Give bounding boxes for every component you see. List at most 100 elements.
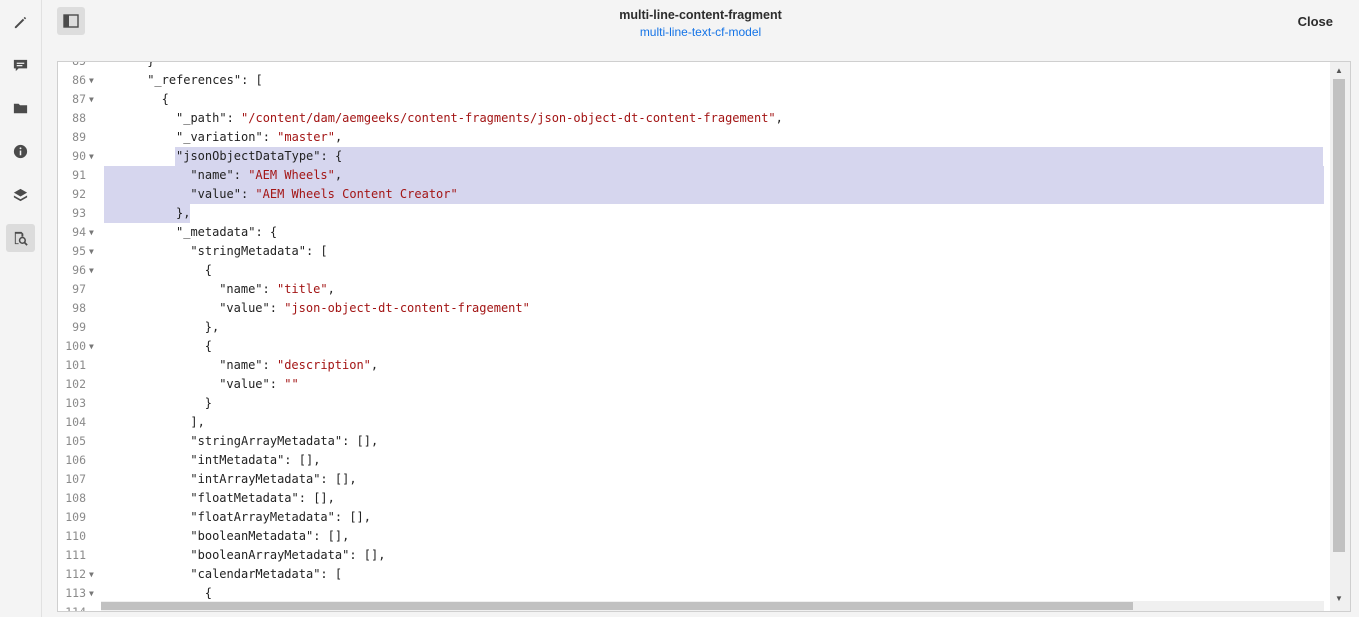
fold-toggle-icon[interactable]: ▼	[89, 261, 94, 280]
code-text: "intMetadata": [],	[190, 451, 320, 470]
line-number: 97	[72, 282, 86, 296]
code-text: }	[205, 394, 212, 413]
code-text: "name": "AEM Wheels",	[190, 166, 342, 185]
line-number: 106	[65, 453, 86, 467]
scroll-down-icon: ▼	[1335, 594, 1343, 603]
line-number: 88	[72, 111, 86, 125]
code-text: "floatArrayMetadata": [],	[190, 508, 371, 527]
code-line: 92 "value": "AEM Wheels Content Creator"	[58, 185, 1324, 204]
string-token: "description"	[276, 358, 371, 372]
close-button[interactable]: Close	[1298, 14, 1333, 29]
code-line: 103}	[58, 394, 1324, 413]
folder-icon	[13, 103, 28, 113]
code-token: ,	[370, 358, 379, 372]
code-line: 105 "stringArrayMetadata": [],	[58, 432, 1324, 451]
vertical-scrollbar[interactable]: ▲ ▼	[1330, 62, 1350, 611]
folder-button[interactable]	[6, 94, 35, 122]
code-token: }	[204, 396, 213, 410]
code-token: "_path":	[176, 111, 242, 125]
code-token: "booleanMetadata": [],	[190, 529, 350, 543]
code-text: },	[176, 204, 190, 223]
fold-toggle-icon[interactable]: ▼	[89, 71, 94, 90]
model-link[interactable]: multi-line-text-cf-model	[42, 25, 1359, 39]
code-text: "jsonObjectDataType": {	[176, 147, 342, 166]
fold-toggle-icon[interactable]: ▼	[89, 242, 94, 261]
code-token: "jsonObjectDataType": {	[176, 149, 343, 163]
code-line: 97 "name": "title",	[58, 280, 1324, 299]
code-token: "intArrayMetadata": [],	[190, 472, 357, 486]
code-token: "floatArrayMetadata": [],	[190, 510, 372, 524]
code-line: 87 ▼ {	[58, 90, 1324, 109]
vertical-scroll-thumb[interactable]	[1333, 79, 1345, 552]
code-text: "_metadata": {	[176, 223, 277, 242]
annotations-button[interactable]	[6, 51, 35, 79]
code-text: "value": "json-object-dt-content-frageme…	[219, 299, 530, 318]
code-token: ,	[334, 130, 343, 144]
line-number: 98	[72, 301, 86, 315]
line-number: 113	[65, 586, 86, 600]
fold-toggle-icon[interactable]: ▼	[89, 223, 94, 242]
code-token: "_variation":	[176, 130, 278, 144]
line-number: 96	[72, 263, 86, 277]
code-line: 100 ▼ {	[58, 337, 1324, 356]
fold-toggle-icon[interactable]: ▼	[89, 584, 94, 603]
line-number: 86	[72, 73, 86, 87]
code-text: },	[205, 318, 219, 337]
json-preview-button[interactable]	[6, 224, 35, 252]
code-line: 102 "value": ""	[58, 375, 1324, 394]
line-number: 100	[65, 339, 86, 353]
string-token: "/content/dam/aemgeeks/content-fragments…	[241, 111, 776, 125]
code-line: 108 "floatMetadata": [],	[58, 489, 1324, 508]
info-button[interactable]	[6, 137, 35, 165]
fold-toggle-icon[interactable]: ▼	[89, 337, 94, 356]
fold-toggle-icon[interactable]: ▼	[89, 147, 94, 166]
string-token: "title"	[276, 282, 328, 296]
line-number: 108	[65, 491, 86, 505]
code-text: {	[205, 261, 212, 280]
code-token: "intMetadata": [],	[190, 453, 321, 467]
code-line: 89 "_variation": "master",	[58, 128, 1324, 147]
line-number: 90	[72, 149, 86, 163]
horizontal-scrollbar[interactable]	[101, 601, 1324, 611]
code-token: {	[204, 339, 213, 353]
code-text: "_references": [	[147, 71, 263, 90]
left-rail	[0, 0, 42, 617]
line-number: 104	[65, 415, 86, 429]
line-number: 107	[65, 472, 86, 486]
code-token: ],	[190, 415, 205, 429]
scroll-up-icon: ▲	[1335, 66, 1343, 75]
code-text: "booleanMetadata": [],	[190, 527, 349, 546]
code-text: "_path": "/content/dam/aemgeeks/content-…	[176, 109, 783, 128]
code-text: "value": ""	[219, 375, 298, 394]
code-text: "intArrayMetadata": [],	[190, 470, 356, 489]
fold-toggle-icon[interactable]: ▼	[89, 90, 94, 109]
line-number: 91	[72, 168, 86, 182]
code-line: 101 "name": "description",	[58, 356, 1324, 375]
line-number: 89	[72, 130, 86, 144]
code-token: },	[204, 320, 220, 334]
code-line: 110 "booleanMetadata": [],	[58, 527, 1324, 546]
code-line: 104],	[58, 413, 1324, 432]
code-line: 93},	[58, 204, 1324, 223]
code-line: 107 "intArrayMetadata": [],	[58, 470, 1324, 489]
code-line: 98 "value": "json-object-dt-content-frage…	[58, 299, 1324, 318]
edit-button[interactable]	[6, 8, 35, 36]
code-token: {	[161, 92, 169, 106]
line-number: 109	[65, 510, 86, 524]
code-token: "value":	[219, 377, 285, 391]
code-line: 85}	[58, 62, 1324, 71]
horizontal-scroll-thumb[interactable]	[101, 602, 1133, 610]
json-preview-editor[interactable]: 85} 86 ▼ "_references": [87 ▼{88 "_path": "/c…	[57, 61, 1351, 612]
code-text: "stringArrayMetadata": [],	[190, 432, 378, 451]
line-number: 112	[65, 567, 86, 581]
fold-toggle-icon[interactable]: ▼	[89, 565, 94, 584]
line-number: 102	[65, 377, 86, 391]
string-token: "json-object-dt-content-fragement"	[284, 301, 530, 315]
line-number: 95	[72, 244, 86, 258]
layers-button[interactable]	[6, 181, 35, 209]
code-token: ,	[327, 282, 335, 296]
code-token: "value":	[219, 301, 285, 315]
string-token: "AEM Wheels Content Creator"	[255, 187, 458, 201]
line-number: 87	[72, 92, 86, 106]
code-token: {	[204, 263, 213, 277]
